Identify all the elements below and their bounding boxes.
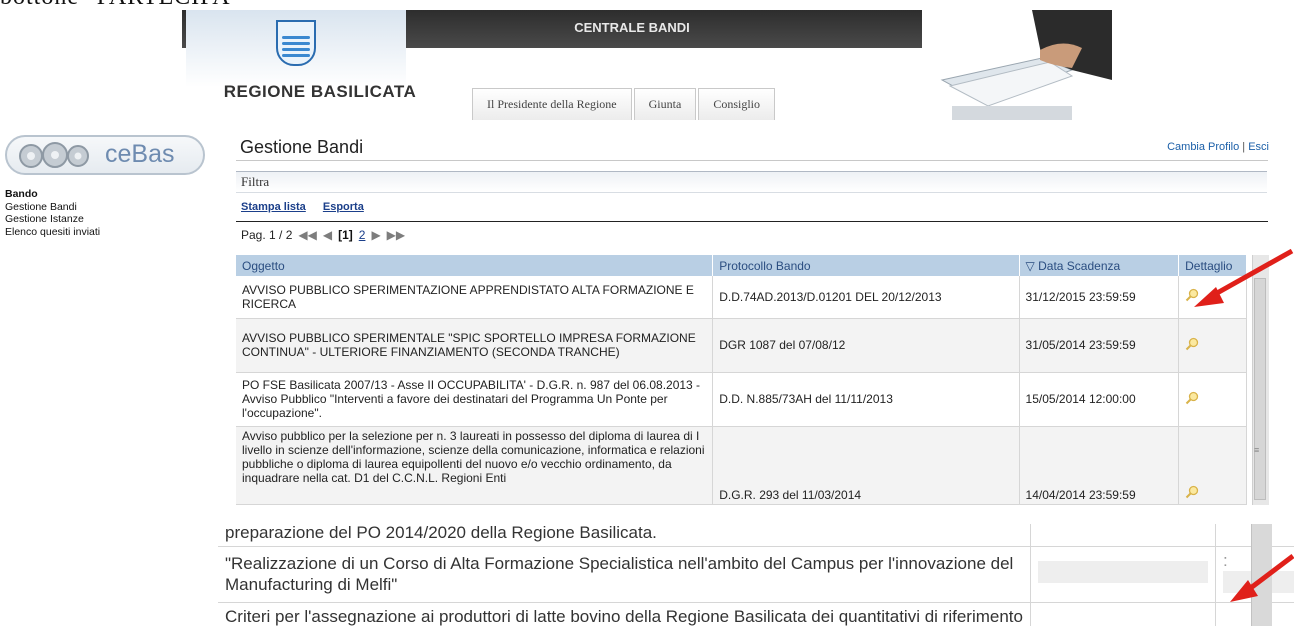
first-page-icon[interactable]: ◀◀ [298,228,316,242]
tab-presidente[interactable]: Il Presidente della Regione [472,88,632,120]
link-separator: | [1242,141,1246,153]
header-photo [922,10,1112,120]
cell-protocollo [1030,524,1216,547]
cell-protocollo: D.G.R. 293 del 11/03/2014 [712,426,1020,505]
sidebar-item-gestione-bandi[interactable]: Gestione Bandi [5,201,100,214]
gears-icon [19,142,89,168]
table-row: Avviso pubblico per la selezione per n. … [236,426,1247,505]
pagination: Pag. 1 / 2 ◀◀ ◀ [1] 2 ▶ ▶▶ [241,228,405,242]
cebas-logo[interactable]: ceBas [5,135,205,175]
detail-magnifier-icon[interactable] [1185,391,1199,405]
cell-oggetto: AVVISO PUBBLICO SPERIMENTAZIONE APPRENDI… [236,276,714,319]
scroll-grip-icon: ≡ [1254,445,1260,455]
header-tabs: Il Presidente della Regione Giunta Consi… [472,88,777,120]
sidebar-nav: Bando Gestione Bandi Gestione Istanze El… [5,188,100,238]
cebas-logo-text: ceBas [105,140,175,168]
cell-oggetto: AVVISO PUBBLICO SPERIMENTALE "SPIC SPORT… [236,318,714,373]
cell-oggetto: preparazione del PO 2014/2020 della Regi… [218,524,1031,547]
site-header: CENTRALE BANDI REGIONE BASILICATA Il Pre… [162,10,1112,120]
table-row: preparazione del PO 2014/2020 della Regi… [218,524,1294,547]
tab-consiglio[interactable]: Consiglio [698,88,775,120]
col-data-scadenza-label: Data Scadenza [1038,258,1121,273]
prev-page-icon[interactable]: ◀ [323,228,332,242]
profile-links: Cambia Profilo | Esci [1167,141,1269,153]
cell-protocollo: D.D.74AD.2013/D.01201 DEL 20/12/2013 [712,276,1020,319]
page-count-label: Pag. 1 / 2 [241,228,293,242]
zoomed-table-crop: preparazione del PO 2014/2020 della Regi… [218,524,1294,626]
table-row: "Realizzazione di un Corso di Alta Forma… [218,546,1294,603]
col-data-scadenza[interactable]: ▽ Data Scadenza [1019,255,1180,276]
col-oggetto[interactable]: Oggetto [236,255,714,276]
table-row: AVVISO PUBBLICO SPERIMENTALE "SPIC SPORT… [236,318,1247,373]
table-row: Criteri per l'assegnazione ai produttori… [218,602,1294,626]
actions-divider [236,221,1268,222]
cell-protocollo: D.D. N.885/73AH del 11/11/2013 [712,372,1020,427]
cell-scadenza: 15/05/2014 12:00:00 [1019,372,1180,427]
image-separator [0,508,1294,524]
region-logo[interactable]: REGIONE BASILICATA [186,10,416,120]
cell-protocollo [1030,602,1216,626]
bandi-table: Oggetto Protocollo Bando ▽ Data Scadenza… [236,255,1247,505]
zoomed-table: preparazione del PO 2014/2020 della Regi… [218,524,1294,626]
cell-scadenza: 31/05/2014 23:59:59 [1019,318,1180,373]
cell-scadenza: 14/04/2014 23:59:59 [1019,426,1180,505]
filter-toggle[interactable]: Filtra [241,174,269,190]
filter-bar[interactable]: Filtra [236,171,1267,193]
table-row: AVVISO PUBBLICO SPERIMENTAZIONE APPRENDI… [236,276,1247,319]
current-page: [1] [338,228,353,242]
cell-oggetto: PO FSE Basilicata 2007/13 - Asse II OCCU… [236,372,714,427]
cell-dettaglio [1178,426,1247,505]
page-title: Gestione Bandi [240,137,364,157]
detail-magnifier-icon[interactable] [1185,485,1199,499]
next-page-icon[interactable]: ▶ [371,228,380,242]
exit-link[interactable]: Esci [1248,141,1269,153]
change-profile-link[interactable]: Cambia Profilo [1167,141,1239,153]
action-links: Stampa lista Esporta [241,201,378,213]
cell-oggetto: Avviso pubblico per la selezione per n. … [236,426,714,505]
sidebar-item-bando[interactable]: Bando [5,188,100,201]
cell-dettaglio [1178,372,1247,427]
sort-desc-icon: ▽ [1025,258,1039,273]
cell-oggetto: Criteri per l'assegnazione ai produttori… [218,602,1031,626]
region-name: REGIONE BASILICATA [223,82,417,101]
annotation-arrow-icon [1230,554,1294,602]
print-list-link[interactable]: Stampa lista [241,201,306,213]
sidebar-item-gestione-istanze[interactable]: Gestione Istanze [5,213,100,226]
last-page-icon[interactable]: ▶▶ [387,228,405,242]
cell-scadenza: 31/12/2015 23:59:59 [1019,276,1180,319]
cell-oggetto: "Realizzazione di un Corso di Alta Forma… [218,546,1031,603]
cell-protocollo-blurred [1030,546,1216,603]
bandi-table-container: Oggetto Protocollo Bando ▽ Data Scadenza… [236,255,1256,505]
cell-dettaglio [1178,318,1247,373]
col-protocollo[interactable]: Protocollo Bando [712,255,1020,276]
table-header-row: Oggetto Protocollo Bando ▽ Data Scadenza… [236,255,1247,276]
sidebar-item-elenco-quesiti[interactable]: Elenco quesiti inviati [5,226,100,239]
region-emblem-icon [276,20,316,66]
page-2-link[interactable]: 2 [359,228,366,242]
export-link[interactable]: Esporta [323,201,364,213]
table-row: PO FSE Basilicata 2007/13 - Asse II OCCU… [236,372,1247,427]
annotation-arrow-icon [1194,248,1294,307]
title-divider [236,160,1268,161]
cell-protocollo: DGR 1087 del 07/08/12 [712,318,1020,373]
detail-magnifier-icon[interactable] [1185,337,1199,351]
tab-giunta[interactable]: Giunta [633,88,697,120]
blurred-protocol [1037,560,1208,583]
